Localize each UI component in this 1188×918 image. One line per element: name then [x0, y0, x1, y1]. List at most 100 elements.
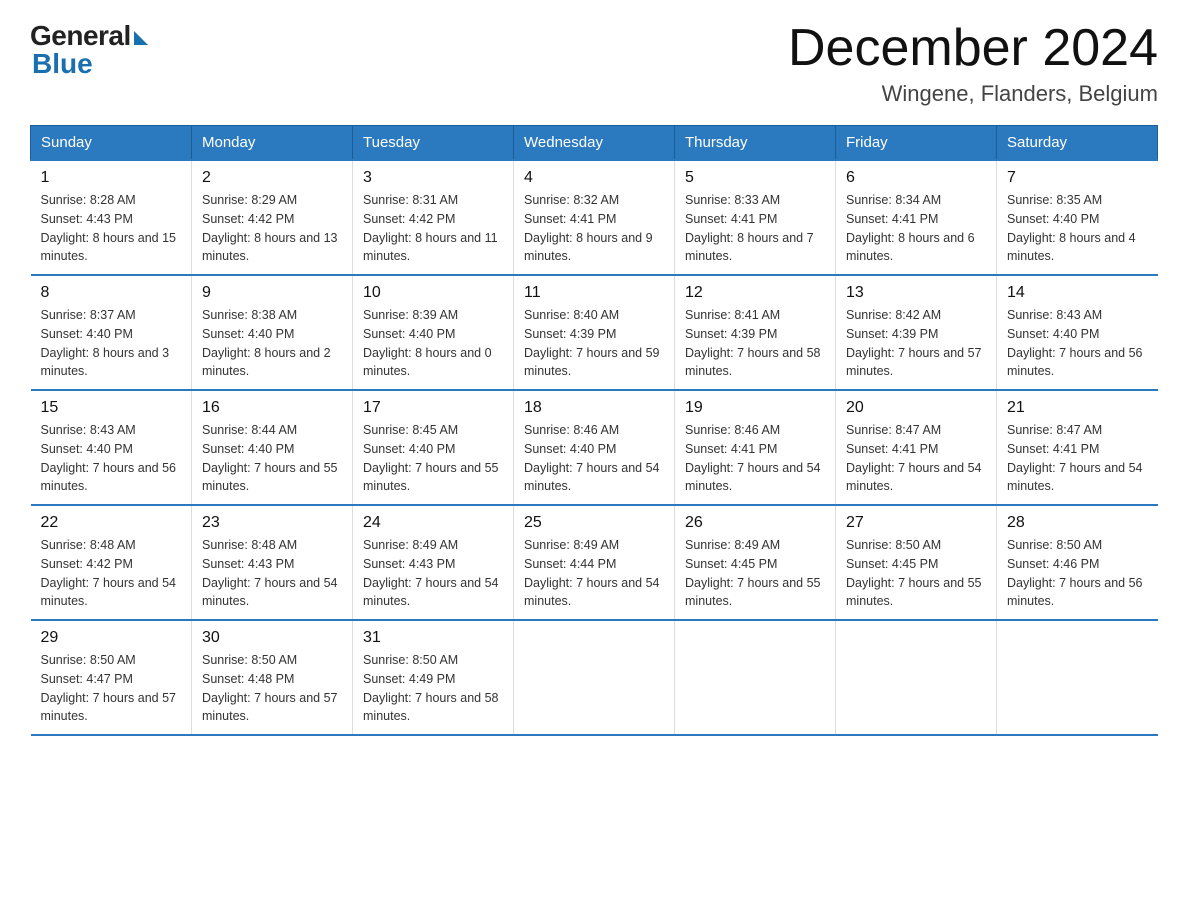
calendar-day-cell: 27 Sunrise: 8:50 AM Sunset: 4:45 PM Dayl… [836, 505, 997, 620]
day-info: Sunrise: 8:32 AM Sunset: 4:41 PM Dayligh… [524, 191, 664, 266]
day-number: 21 [1007, 399, 1148, 417]
day-info: Sunrise: 8:33 AM Sunset: 4:41 PM Dayligh… [685, 191, 825, 266]
calendar-day-cell: 30 Sunrise: 8:50 AM Sunset: 4:48 PM Dayl… [192, 620, 353, 735]
day-number: 11 [524, 284, 664, 302]
col-thursday: Thursday [675, 126, 836, 161]
calendar-day-cell: 28 Sunrise: 8:50 AM Sunset: 4:46 PM Dayl… [997, 505, 1158, 620]
day-number: 13 [846, 284, 986, 302]
day-number: 8 [41, 284, 182, 302]
day-info: Sunrise: 8:49 AM Sunset: 4:44 PM Dayligh… [524, 536, 664, 611]
calendar-day-cell: 5 Sunrise: 8:33 AM Sunset: 4:41 PM Dayli… [675, 160, 836, 275]
calendar-week-row: 1 Sunrise: 8:28 AM Sunset: 4:43 PM Dayli… [31, 160, 1158, 275]
day-info: Sunrise: 8:43 AM Sunset: 4:40 PM Dayligh… [1007, 306, 1148, 381]
day-info: Sunrise: 8:50 AM Sunset: 4:47 PM Dayligh… [41, 651, 182, 726]
day-number: 3 [363, 169, 503, 187]
calendar-day-cell: 1 Sunrise: 8:28 AM Sunset: 4:43 PM Dayli… [31, 160, 192, 275]
calendar-day-cell: 22 Sunrise: 8:48 AM Sunset: 4:42 PM Dayl… [31, 505, 192, 620]
day-info: Sunrise: 8:34 AM Sunset: 4:41 PM Dayligh… [846, 191, 986, 266]
col-wednesday: Wednesday [514, 126, 675, 161]
calendar-table: Sunday Monday Tuesday Wednesday Thursday… [30, 125, 1158, 736]
day-number: 30 [202, 629, 342, 647]
logo-arrow-icon [134, 31, 148, 45]
day-number: 25 [524, 514, 664, 532]
calendar-week-row: 15 Sunrise: 8:43 AM Sunset: 4:40 PM Dayl… [31, 390, 1158, 505]
calendar-week-row: 22 Sunrise: 8:48 AM Sunset: 4:42 PM Dayl… [31, 505, 1158, 620]
day-info: Sunrise: 8:37 AM Sunset: 4:40 PM Dayligh… [41, 306, 182, 381]
day-number: 2 [202, 169, 342, 187]
day-info: Sunrise: 8:47 AM Sunset: 4:41 PM Dayligh… [846, 421, 986, 496]
calendar-day-cell: 13 Sunrise: 8:42 AM Sunset: 4:39 PM Dayl… [836, 275, 997, 390]
calendar-day-cell: 2 Sunrise: 8:29 AM Sunset: 4:42 PM Dayli… [192, 160, 353, 275]
day-info: Sunrise: 8:29 AM Sunset: 4:42 PM Dayligh… [202, 191, 342, 266]
calendar-week-row: 8 Sunrise: 8:37 AM Sunset: 4:40 PM Dayli… [31, 275, 1158, 390]
calendar-day-cell: 20 Sunrise: 8:47 AM Sunset: 4:41 PM Dayl… [836, 390, 997, 505]
day-number: 18 [524, 399, 664, 417]
col-saturday: Saturday [997, 126, 1158, 161]
calendar-header: Sunday Monday Tuesday Wednesday Thursday… [31, 126, 1158, 161]
day-info: Sunrise: 8:48 AM Sunset: 4:42 PM Dayligh… [41, 536, 182, 611]
title-area: December 2024 Wingene, Flanders, Belgium [788, 20, 1158, 107]
calendar-day-cell: 19 Sunrise: 8:46 AM Sunset: 4:41 PM Dayl… [675, 390, 836, 505]
day-info: Sunrise: 8:41 AM Sunset: 4:39 PM Dayligh… [685, 306, 825, 381]
calendar-day-cell: 23 Sunrise: 8:48 AM Sunset: 4:43 PM Dayl… [192, 505, 353, 620]
day-info: Sunrise: 8:46 AM Sunset: 4:40 PM Dayligh… [524, 421, 664, 496]
day-number: 6 [846, 169, 986, 187]
day-info: Sunrise: 8:45 AM Sunset: 4:40 PM Dayligh… [363, 421, 503, 496]
day-info: Sunrise: 8:38 AM Sunset: 4:40 PM Dayligh… [202, 306, 342, 381]
day-info: Sunrise: 8:31 AM Sunset: 4:42 PM Dayligh… [363, 191, 503, 266]
day-number: 31 [363, 629, 503, 647]
calendar-day-cell [997, 620, 1158, 735]
day-number: 10 [363, 284, 503, 302]
day-info: Sunrise: 8:42 AM Sunset: 4:39 PM Dayligh… [846, 306, 986, 381]
day-info: Sunrise: 8:49 AM Sunset: 4:43 PM Dayligh… [363, 536, 503, 611]
location-subtitle: Wingene, Flanders, Belgium [788, 81, 1158, 107]
day-info: Sunrise: 8:50 AM Sunset: 4:46 PM Dayligh… [1007, 536, 1148, 611]
calendar-day-cell: 16 Sunrise: 8:44 AM Sunset: 4:40 PM Dayl… [192, 390, 353, 505]
calendar-day-cell: 3 Sunrise: 8:31 AM Sunset: 4:42 PM Dayli… [353, 160, 514, 275]
day-number: 9 [202, 284, 342, 302]
day-number: 12 [685, 284, 825, 302]
calendar-day-cell [836, 620, 997, 735]
calendar-week-row: 29 Sunrise: 8:50 AM Sunset: 4:47 PM Dayl… [31, 620, 1158, 735]
col-monday: Monday [192, 126, 353, 161]
header-row: Sunday Monday Tuesday Wednesday Thursday… [31, 126, 1158, 161]
calendar-day-cell: 6 Sunrise: 8:34 AM Sunset: 4:41 PM Dayli… [836, 160, 997, 275]
day-number: 7 [1007, 169, 1148, 187]
calendar-day-cell: 29 Sunrise: 8:50 AM Sunset: 4:47 PM Dayl… [31, 620, 192, 735]
col-tuesday: Tuesday [353, 126, 514, 161]
day-number: 28 [1007, 514, 1148, 532]
calendar-day-cell: 7 Sunrise: 8:35 AM Sunset: 4:40 PM Dayli… [997, 160, 1158, 275]
calendar-day-cell: 12 Sunrise: 8:41 AM Sunset: 4:39 PM Dayl… [675, 275, 836, 390]
col-friday: Friday [836, 126, 997, 161]
logo: General Blue [30, 20, 148, 80]
day-number: 19 [685, 399, 825, 417]
day-info: Sunrise: 8:48 AM Sunset: 4:43 PM Dayligh… [202, 536, 342, 611]
calendar-day-cell: 4 Sunrise: 8:32 AM Sunset: 4:41 PM Dayli… [514, 160, 675, 275]
day-info: Sunrise: 8:49 AM Sunset: 4:45 PM Dayligh… [685, 536, 825, 611]
calendar-day-cell: 25 Sunrise: 8:49 AM Sunset: 4:44 PM Dayl… [514, 505, 675, 620]
day-number: 29 [41, 629, 182, 647]
calendar-day-cell: 21 Sunrise: 8:47 AM Sunset: 4:41 PM Dayl… [997, 390, 1158, 505]
day-info: Sunrise: 8:46 AM Sunset: 4:41 PM Dayligh… [685, 421, 825, 496]
day-info: Sunrise: 8:28 AM Sunset: 4:43 PM Dayligh… [41, 191, 182, 266]
page-header: General Blue December 2024 Wingene, Flan… [30, 20, 1158, 107]
day-info: Sunrise: 8:44 AM Sunset: 4:40 PM Dayligh… [202, 421, 342, 496]
day-number: 16 [202, 399, 342, 417]
calendar-day-cell: 11 Sunrise: 8:40 AM Sunset: 4:39 PM Dayl… [514, 275, 675, 390]
day-number: 22 [41, 514, 182, 532]
day-number: 17 [363, 399, 503, 417]
day-number: 24 [363, 514, 503, 532]
calendar-day-cell: 24 Sunrise: 8:49 AM Sunset: 4:43 PM Dayl… [353, 505, 514, 620]
day-info: Sunrise: 8:50 AM Sunset: 4:45 PM Dayligh… [846, 536, 986, 611]
logo-blue-text: Blue [30, 48, 93, 80]
day-number: 23 [202, 514, 342, 532]
calendar-day-cell: 17 Sunrise: 8:45 AM Sunset: 4:40 PM Dayl… [353, 390, 514, 505]
day-number: 5 [685, 169, 825, 187]
day-info: Sunrise: 8:50 AM Sunset: 4:49 PM Dayligh… [363, 651, 503, 726]
day-number: 26 [685, 514, 825, 532]
calendar-day-cell: 31 Sunrise: 8:50 AM Sunset: 4:49 PM Dayl… [353, 620, 514, 735]
calendar-day-cell: 26 Sunrise: 8:49 AM Sunset: 4:45 PM Dayl… [675, 505, 836, 620]
calendar-day-cell: 18 Sunrise: 8:46 AM Sunset: 4:40 PM Dayl… [514, 390, 675, 505]
calendar-day-cell: 14 Sunrise: 8:43 AM Sunset: 4:40 PM Dayl… [997, 275, 1158, 390]
day-info: Sunrise: 8:39 AM Sunset: 4:40 PM Dayligh… [363, 306, 503, 381]
